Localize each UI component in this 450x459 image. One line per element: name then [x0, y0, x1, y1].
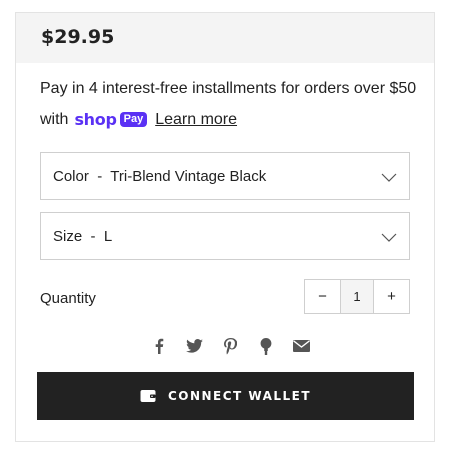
quantity-input[interactable]: 1 — [340, 280, 374, 313]
twitter-icon[interactable] — [185, 338, 203, 355]
wallet-icon — [140, 390, 156, 402]
share-icons — [150, 336, 310, 356]
chevron-down-icon — [381, 233, 397, 242]
product-form-card: $29.95 Pay in 4 interest-free installmen… — [15, 12, 435, 442]
product-price: $29.95 — [41, 26, 115, 48]
facebook-icon[interactable] — [150, 338, 167, 355]
fancy-icon[interactable] — [257, 337, 274, 355]
chevron-down-icon — [381, 173, 397, 182]
installments-text: Pay in 4 interest-free installments for … — [40, 80, 417, 97]
pinterest-icon[interactable] — [222, 337, 239, 355]
shop-pay-logo-pay: Pay — [119, 112, 148, 127]
size-select[interactable]: Size - L — [40, 212, 410, 260]
quantity-increment-button[interactable]: + — [374, 280, 409, 313]
color-select-label: Color - Tri-Blend Vintage Black — [53, 168, 267, 185]
color-select[interactable]: Color - Tri-Blend Vintage Black — [40, 152, 410, 200]
quantity-stepper: − 1 + — [304, 279, 410, 314]
size-selected-value: L — [103, 228, 113, 245]
color-selected-value: Tri-Blend Vintage Black — [110, 168, 267, 185]
learn-more-link[interactable]: Learn more — [155, 111, 237, 129]
installments-brand-line: with shop Pay Learn more — [40, 110, 237, 129]
connect-wallet-button[interactable]: CONNECT WALLET — [37, 372, 414, 420]
connect-wallet-label: CONNECT WALLET — [167, 389, 312, 403]
email-icon[interactable] — [293, 338, 310, 355]
installments-with-text: with — [40, 110, 69, 128]
size-select-label: Size - L — [53, 228, 113, 245]
shop-pay-logo: shop Pay — [74, 110, 148, 129]
quantity-decrement-button[interactable]: − — [305, 280, 340, 313]
shop-pay-logo-shop: shop — [74, 110, 117, 129]
quantity-label: Quantity — [40, 290, 96, 307]
price-bar: $29.95 — [16, 13, 434, 63]
